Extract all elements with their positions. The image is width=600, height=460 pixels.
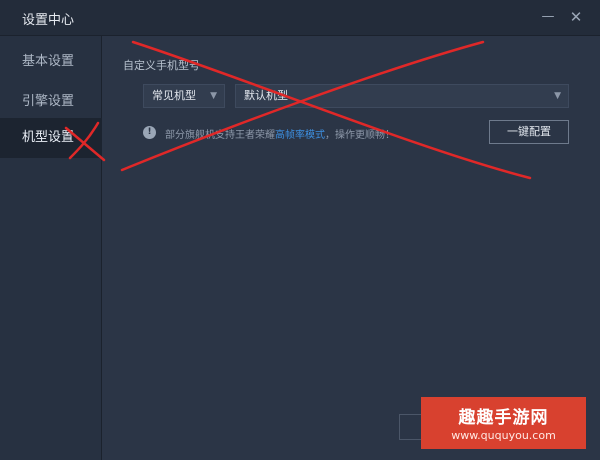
section-label: 自定义手机型号: [123, 59, 200, 72]
chevron-down-icon: ▼: [210, 91, 217, 101]
sidebar-item-device-model[interactable]: 机型设置: [0, 118, 102, 158]
info-icon: !: [143, 126, 156, 139]
sidebar-item-basic[interactable]: 基本设置: [0, 42, 102, 82]
watermark-title: 趣趣手游网: [458, 408, 549, 428]
chevron-down-icon: ▼: [554, 91, 561, 101]
close-icon[interactable]: ✕: [568, 9, 584, 25]
model-select-value: 默认机型: [244, 89, 288, 102]
settings-window: 设置中心 — ✕ 基本设置 引擎设置 机型设置 自定义手机型号 常见机型 ▼ 默…: [0, 0, 600, 460]
high-framerate-link[interactable]: 高帧率模式: [275, 130, 325, 141]
sidebar: 基本设置 引擎设置 机型设置: [0, 36, 102, 460]
info-text-before: 部分旗舰机支持王者荣耀: [165, 130, 275, 141]
info-text-after: ，操作更顺畅！: [325, 130, 395, 141]
watermark-url: www.ququyou.com: [451, 429, 556, 442]
sidebar-item-engine[interactable]: 引擎设置: [0, 82, 102, 122]
one-click-config-button[interactable]: 一键配置: [489, 120, 569, 144]
category-select[interactable]: 常见机型 ▼: [143, 84, 225, 108]
minimize-icon[interactable]: —: [540, 9, 556, 25]
titlebar: 设置中心 — ✕: [0, 0, 600, 36]
window-title: 设置中心: [22, 13, 75, 28]
model-select[interactable]: 默认机型 ▼: [235, 84, 569, 108]
watermark-logo: 趣趣手游网 www.ququyou.com: [421, 397, 586, 449]
info-text: 部分旗舰机支持王者荣耀高帧率模式，操作更顺畅！: [165, 126, 395, 141]
category-select-value: 常见机型: [152, 89, 196, 102]
